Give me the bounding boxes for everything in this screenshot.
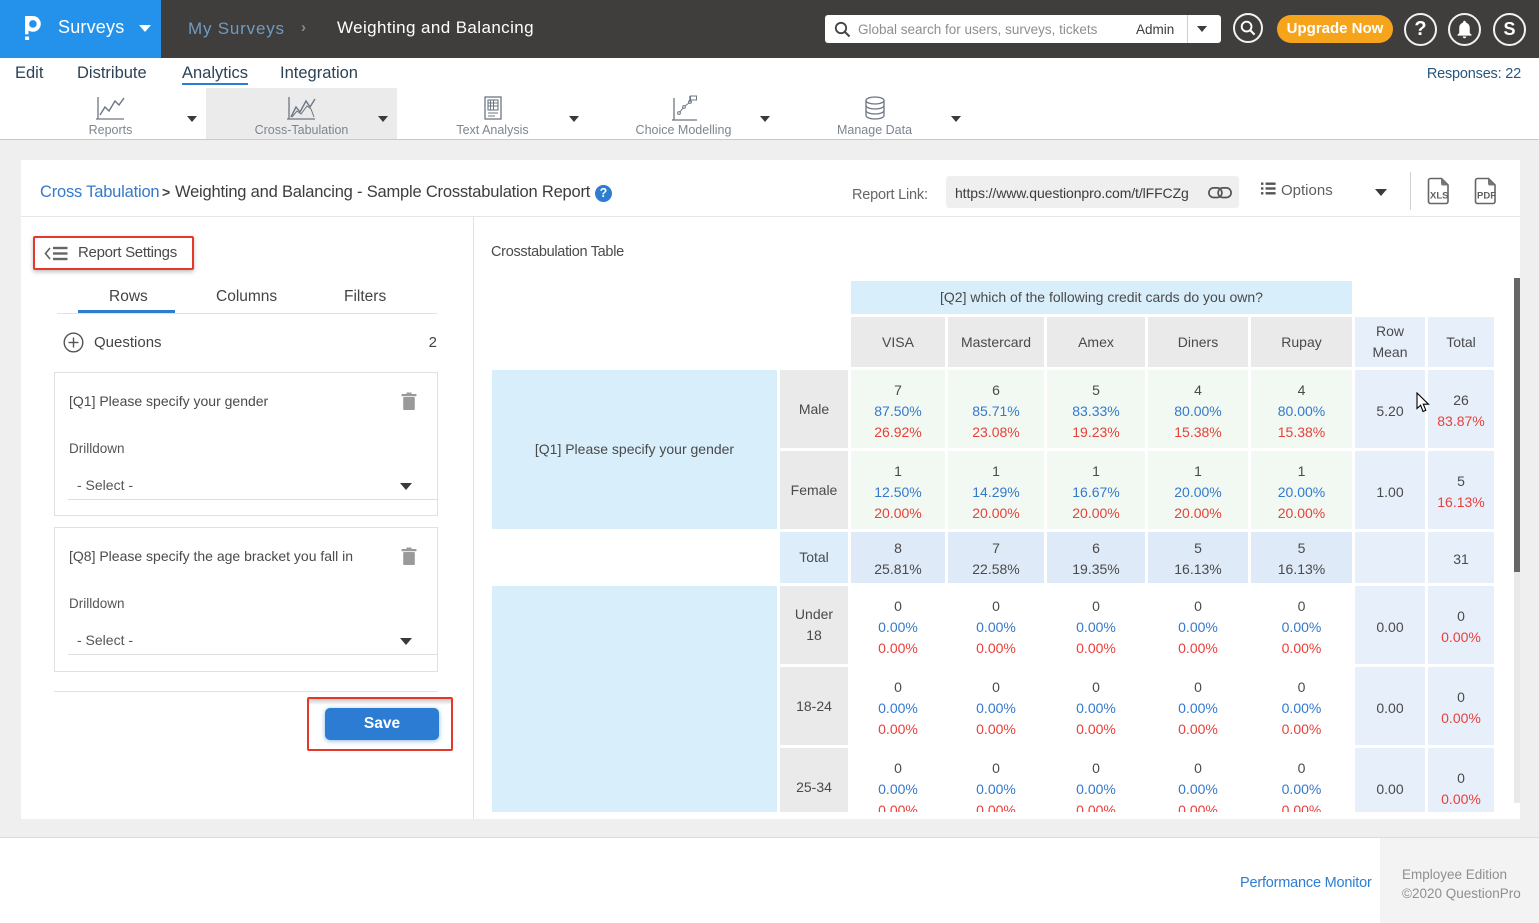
svg-text:XLS: XLS — [1430, 191, 1448, 202]
svg-text:PDF: PDF — [1477, 191, 1496, 202]
